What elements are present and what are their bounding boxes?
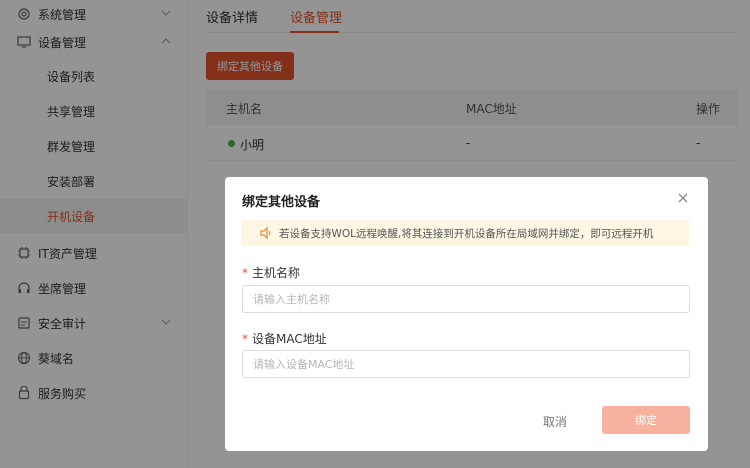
mac-label-text: 设备MAC地址 — [252, 332, 327, 346]
close-icon[interactable] — [676, 191, 690, 205]
hostname-label-text: 主机名称 — [252, 266, 301, 280]
required-mark: * — [242, 332, 248, 346]
hostname-input[interactable] — [242, 285, 690, 313]
speaker-icon — [259, 226, 273, 240]
notice-text: 若设备支持WOL远程唤醒,将其连接到开机设备所在局域网并绑定，即可远程开机 — [279, 228, 654, 240]
mac-label: * 设备MAC地址 — [242, 330, 327, 347]
required-mark: * — [242, 266, 248, 280]
dialog-title: 绑定其他设备 — [242, 195, 321, 210]
mac-address-input[interactable] — [242, 350, 690, 378]
cancel-button[interactable]: 取消 — [543, 413, 567, 430]
bind-device-dialog: 绑定其他设备 若设备支持WOL远程唤醒,将其连接到开机设备所在局域网并绑定，即可… — [225, 177, 708, 451]
wol-notice: 若设备支持WOL远程唤醒,将其连接到开机设备所在局域网并绑定，即可远程开机 — [241, 220, 689, 246]
bind-confirm-button[interactable]: 绑定 — [602, 406, 690, 434]
hostname-label: * 主机名称 — [242, 264, 300, 281]
